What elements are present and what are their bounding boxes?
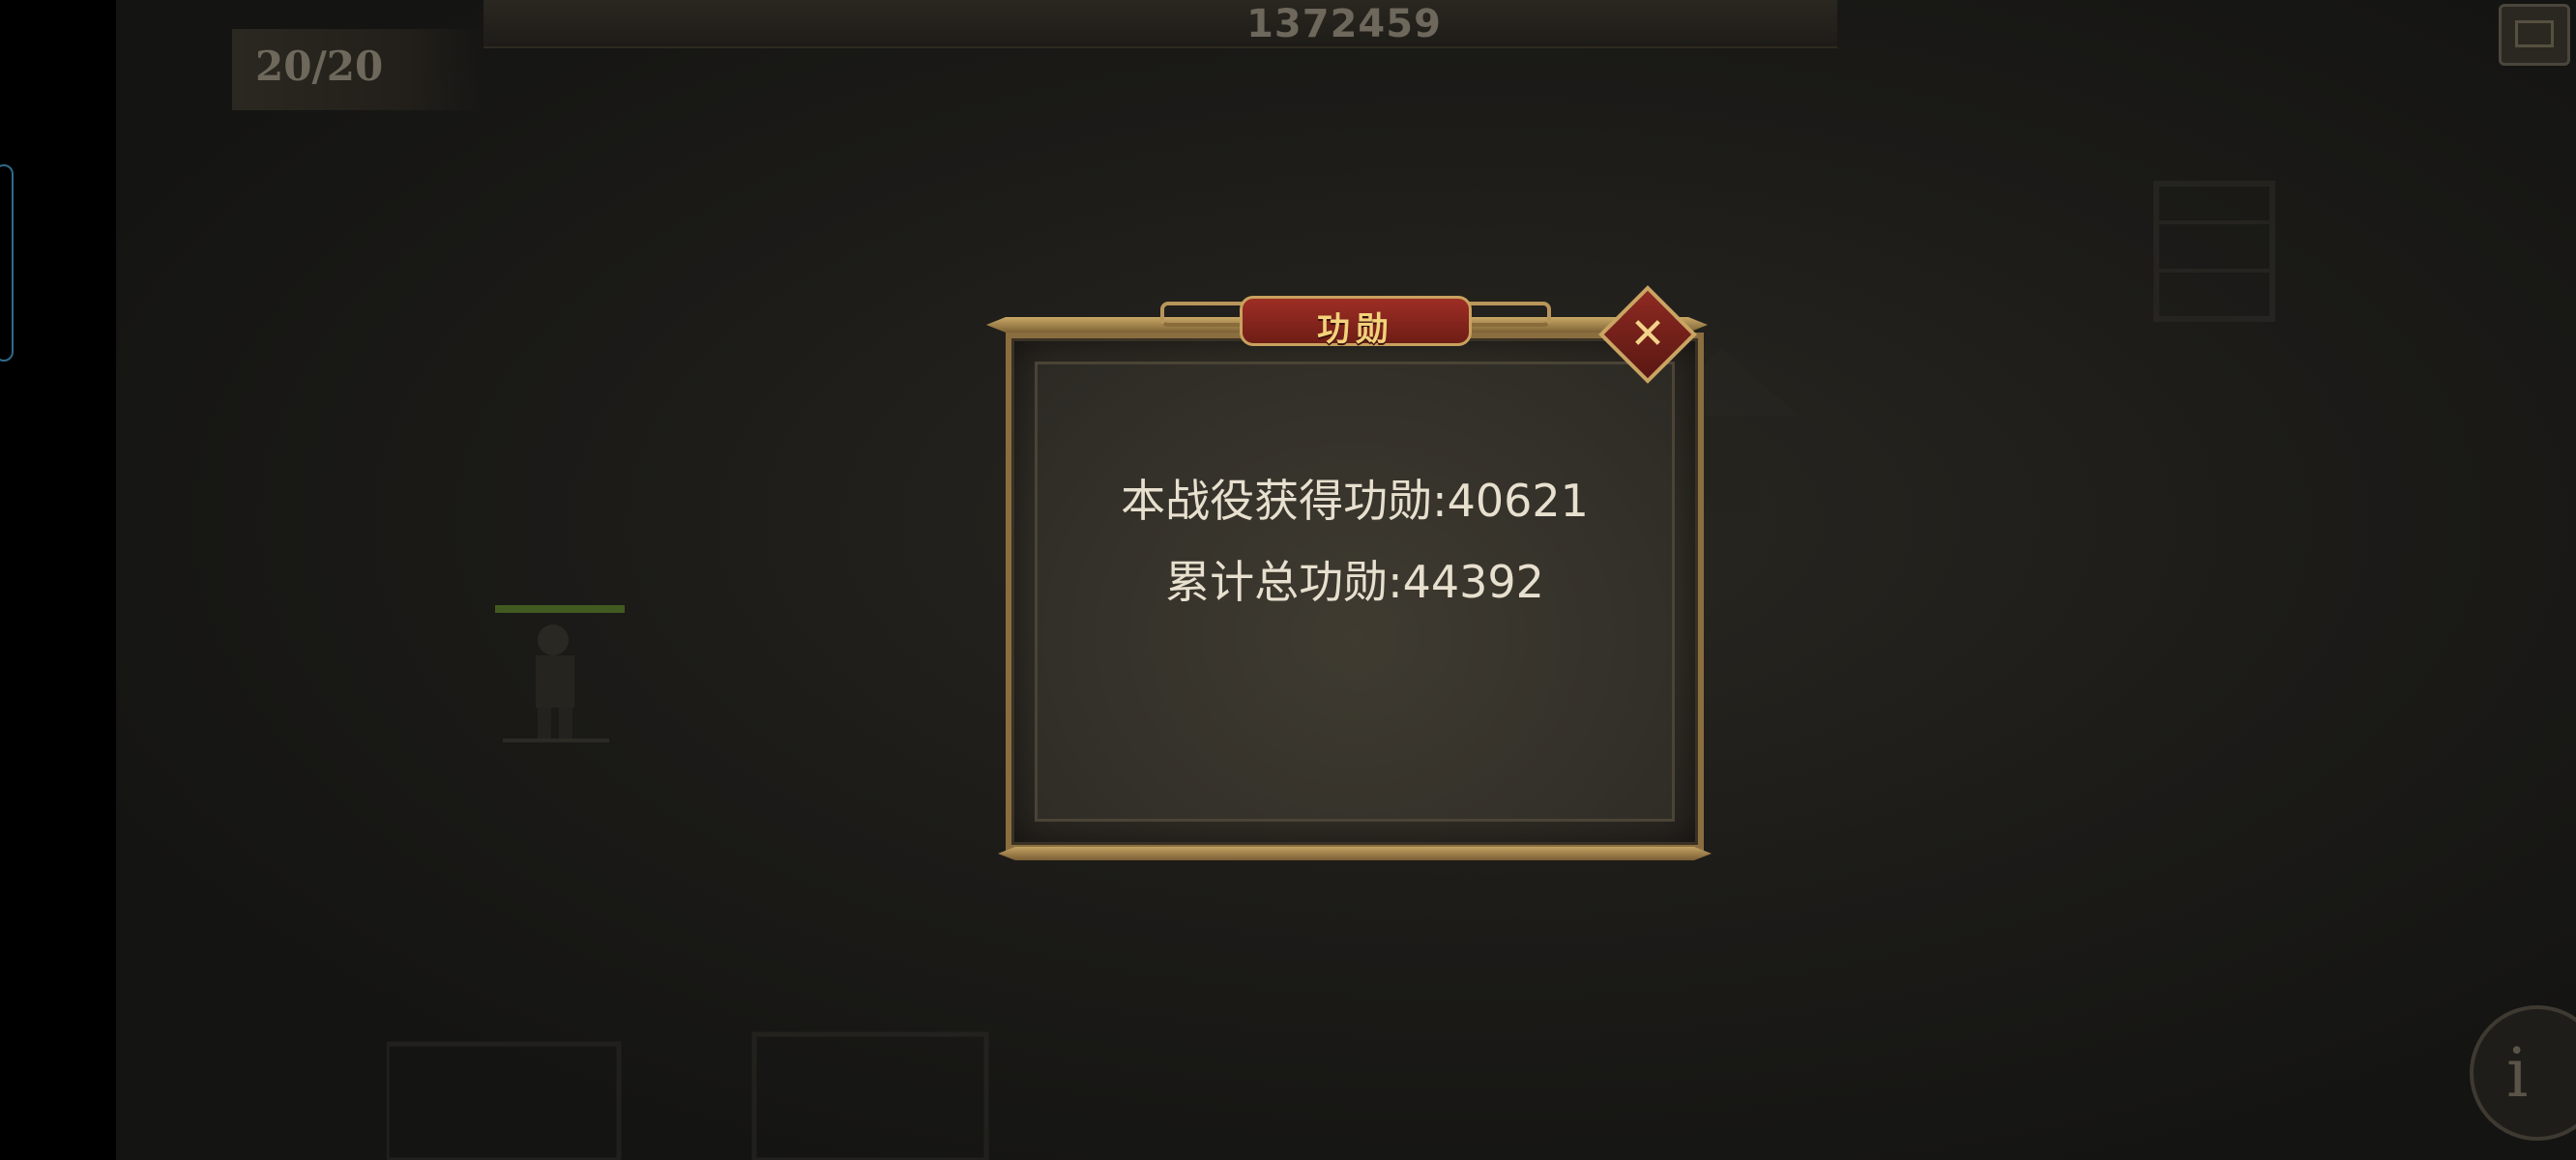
info-icon[interactable]: i bbox=[2470, 1005, 2576, 1141]
title-ornament-right bbox=[1464, 302, 1551, 327]
merit-dialog: 功勋 ✕ 本战役获得功勋:40621 累计总功勋:44392 bbox=[986, 285, 1712, 864]
troop-counter-text: 20/20 bbox=[255, 43, 384, 90]
side-panel-handle[interactable] bbox=[0, 164, 14, 362]
unit-health-bar bbox=[495, 605, 625, 613]
battle-merit-text: 本战役获得功勋:40621 bbox=[1121, 475, 1589, 527]
dialog-frame-bottom bbox=[998, 847, 1712, 860]
device-left-bezel bbox=[0, 0, 116, 1160]
dialog-title-plaque: 功勋 bbox=[1240, 296, 1472, 349]
background-tower bbox=[2153, 181, 2275, 322]
dialog-title: 功勋 bbox=[1317, 310, 1394, 349]
soldier-icon bbox=[503, 624, 609, 742]
background-unit-cards bbox=[387, 1031, 989, 1160]
score-display: 1372459 bbox=[1246, 2, 1442, 46]
total-merit-text: 累计总功勋:44392 bbox=[1165, 556, 1544, 608]
troop-counter: 20/20 bbox=[232, 29, 483, 110]
title-ornament-left bbox=[1160, 302, 1247, 327]
menu-icon[interactable] bbox=[2499, 4, 2570, 66]
close-x-icon: ✕ bbox=[1629, 309, 1666, 359]
game-screen: 20/20 i 功勋 ✕ 本战役获得功勋:40621 累计总功勋:44392 1… bbox=[0, 0, 2576, 1160]
